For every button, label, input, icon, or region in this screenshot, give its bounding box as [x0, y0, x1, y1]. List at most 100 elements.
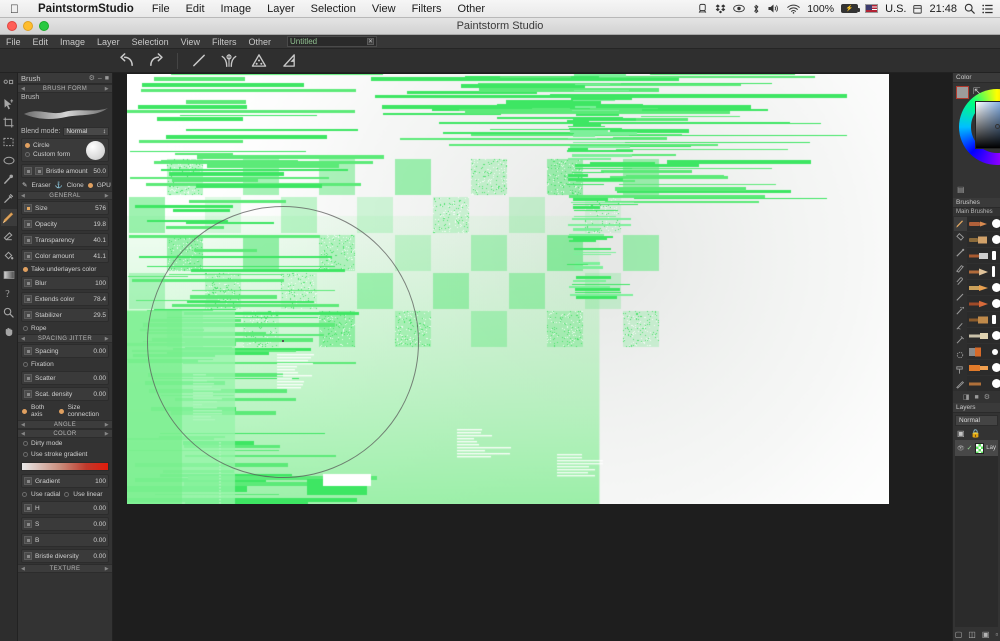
color-square-picker[interactable]	[975, 101, 1000, 149]
section-color[interactable]: ◀ COLOR ▶	[18, 429, 112, 438]
roller-brush-icon[interactable]	[954, 363, 967, 377]
menu-edit[interactable]: Edit	[178, 3, 213, 15]
redo-button[interactable]	[146, 51, 166, 71]
radio-both-axis-icon[interactable]	[22, 408, 27, 414]
section-spacing-jitter[interactable]: ◀ SPACING JITTER ▶	[18, 334, 112, 343]
scatter-density-toggle[interactable]	[24, 390, 32, 398]
canvas-area[interactable]	[113, 73, 952, 641]
smudge-brush-icon[interactable]	[954, 334, 967, 348]
menu-view[interactable]: View	[364, 3, 404, 15]
opacity-toggle[interactable]	[24, 220, 32, 228]
artwork-canvas[interactable]	[127, 74, 889, 504]
layer-thumbnail[interactable]	[974, 442, 985, 454]
calendar-icon[interactable]	[913, 4, 923, 14]
clone-mode-label[interactable]: Clone	[67, 182, 84, 189]
use-linear-label[interactable]: Use linear	[73, 491, 102, 498]
transparency-slider[interactable]: Transparency 40.1	[21, 233, 109, 247]
close-icon[interactable]: ■	[105, 75, 109, 82]
radio-use-linear-icon[interactable]	[64, 492, 70, 497]
delete-brush-icon[interactable]: ■	[975, 394, 979, 401]
both-axis-label[interactable]: Both axis	[31, 404, 55, 418]
brush-list-item[interactable]	[967, 344, 1000, 360]
gradient-slider[interactable]: Gradient 100	[21, 474, 109, 488]
app-menu-layer[interactable]: Layer	[91, 35, 126, 49]
clip-brush-icon[interactable]	[954, 275, 967, 289]
minimize-icon[interactable]: –	[98, 75, 102, 82]
app-menu-view[interactable]: View	[175, 35, 206, 49]
tab-close-icon[interactable]: ✕	[366, 38, 374, 45]
delete-layer-icon[interactable]: ▫	[995, 630, 998, 639]
saturation-slider[interactable]: S 0.00	[21, 517, 109, 531]
brush-shape-preview[interactable]	[86, 140, 105, 160]
gpu-label[interactable]: GPU	[97, 182, 111, 189]
new-brush-icon[interactable]: ◨	[963, 393, 970, 401]
brush-list-item[interactable]	[967, 312, 1000, 328]
radio-size-connection-icon[interactable]	[58, 408, 64, 414]
brush-form-circle-option[interactable]: Circle	[25, 141, 80, 150]
color-amount-toggle[interactable]	[24, 252, 32, 260]
splatter-brush-icon[interactable]	[954, 304, 967, 318]
bristle-toggle[interactable]	[35, 167, 43, 175]
layer-mask-icon[interactable]: ▣	[982, 630, 990, 639]
locale-label[interactable]: U.S.	[885, 3, 906, 15]
transform-tool[interactable]	[1, 76, 17, 93]
layer-name[interactable]: Layer 1	[986, 445, 996, 451]
brush-tool[interactable]	[0, 209, 17, 226]
app-menu-selection[interactable]: Selection	[126, 35, 175, 49]
pen-brush-icon[interactable]	[954, 377, 967, 391]
menu-layer[interactable]: Layer	[259, 3, 303, 15]
layer-list[interactable]: 👁 ✓ Layer 1	[955, 440, 998, 627]
app-menu-other[interactable]: Other	[242, 35, 277, 49]
dirty-mode-option[interactable]: Dirty mode	[18, 438, 112, 449]
perspective-button[interactable]	[249, 51, 269, 71]
take-underlayers-color-option[interactable]: Take underlayers color	[18, 264, 112, 275]
duplicate-layer-icon[interactable]: ◫	[968, 630, 976, 639]
spacing-toggle[interactable]	[24, 347, 32, 355]
extends-color-slider[interactable]: Extends color 78.4	[21, 292, 109, 306]
size-icon[interactable]	[24, 204, 32, 212]
bluetooth-icon[interactable]	[752, 3, 760, 15]
lasso-tool[interactable]	[1, 152, 17, 169]
menu-filters[interactable]: Filters	[404, 3, 450, 15]
us-flag-icon[interactable]	[865, 4, 879, 13]
new-layer-icon[interactable]: ▢	[955, 630, 963, 639]
menu-file[interactable]: File	[144, 3, 178, 15]
brush-category-label[interactable]: Main Brushes	[953, 208, 1000, 216]
brush-form-custom-option[interactable]: Custom form	[25, 150, 80, 159]
eraser-mode-label[interactable]: Eraser	[31, 182, 50, 189]
radio-use-radial-icon[interactable]	[22, 492, 27, 497]
stroke-gradient-bar[interactable]	[21, 462, 109, 471]
swap-colors-icon[interactable]: ⇱	[973, 86, 981, 97]
menu-selection[interactable]: Selection	[303, 3, 364, 15]
liner-brush-icon[interactable]	[954, 290, 967, 304]
brush-list-item[interactable]	[967, 296, 1000, 312]
brightness-slider[interactable]: B 0.00	[21, 533, 109, 547]
gear-icon[interactable]: ⚙	[89, 74, 95, 82]
foreground-color-swatch[interactable]	[956, 86, 969, 99]
bristle-amount-slider[interactable]: Bristle amount 50.0	[21, 164, 109, 178]
text-tool[interactable]: ?	[1, 285, 17, 302]
menu-image[interactable]: Image	[213, 3, 260, 15]
scatter-toggle[interactable]	[24, 374, 32, 382]
flat-brush-icon[interactable]	[954, 261, 967, 275]
opacity-slider[interactable]: Opacity 19.8	[21, 217, 109, 231]
transparency-toggle[interactable]	[24, 236, 32, 244]
transparency-lock-icon[interactable]: ▣	[957, 429, 965, 438]
tunnelblick-icon[interactable]	[697, 3, 708, 14]
apple-icon[interactable]: 	[0, 3, 28, 15]
app-menu-image[interactable]: Image	[54, 35, 91, 49]
paint-bucket-tool[interactable]	[1, 247, 17, 264]
move-arrow-tool[interactable]	[1, 95, 17, 112]
color-target-icon[interactable]: ▤	[957, 185, 965, 194]
section-general[interactable]: ◀ GENERAL ▶	[18, 191, 112, 200]
clone-mode-icon[interactable]: ⚓	[55, 181, 63, 189]
gradient-tool[interactable]	[1, 266, 17, 283]
lock-icon[interactable]: 🔒	[971, 429, 981, 438]
stabilizer-toggle[interactable]	[24, 311, 32, 319]
brush-settings-icon[interactable]: ⚙	[984, 393, 990, 401]
size-connection-label[interactable]: Size connection	[68, 404, 108, 418]
use-radial-label[interactable]: Use radial	[31, 491, 60, 498]
brush-list-item[interactable]	[967, 248, 1000, 264]
check-icon[interactable]: ✓	[967, 444, 973, 452]
menu-other[interactable]: Other	[450, 3, 494, 15]
